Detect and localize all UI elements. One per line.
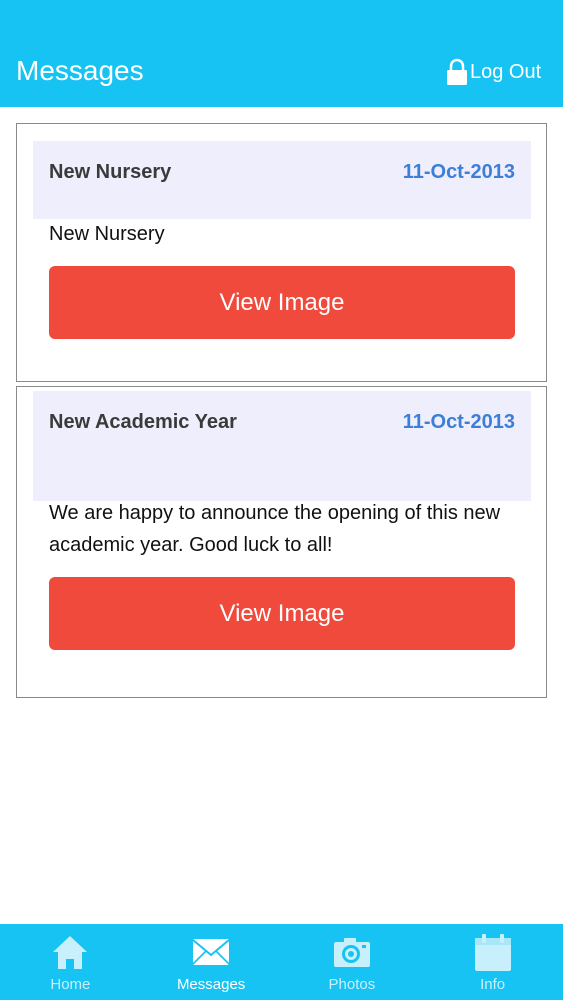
- tab-label: Photos: [328, 976, 376, 993]
- calendar-icon: [473, 933, 513, 978]
- page-title: Messages: [16, 55, 144, 86]
- view-image-button[interactable]: View Image: [49, 577, 515, 650]
- message-date: 11-Oct-2013: [402, 161, 515, 183]
- lock-icon: [446, 58, 468, 86]
- envelope-icon: [191, 933, 231, 976]
- app-header: Messages Log Out: [0, 0, 563, 107]
- tab-label: Messages: [176, 976, 246, 993]
- home-icon: [51, 933, 89, 976]
- tab-label: Info: [480, 976, 506, 993]
- message-card: New Nursery 11-Oct-2013 New Nursery View…: [16, 123, 547, 382]
- bottom-tab-bar: Home Messages Photos Info: [0, 924, 563, 1000]
- message-body: We are happy to announce the opening of …: [49, 502, 501, 556]
- logout-label: Log Out: [470, 60, 542, 83]
- tab-messages[interactable]: Messages: [141, 924, 282, 1000]
- message-header: New Nursery 11-Oct-2013: [33, 141, 531, 219]
- message-title: New Academic Year: [49, 411, 237, 433]
- tab-info[interactable]: Info: [422, 924, 563, 1000]
- message-date: 11-Oct-2013: [402, 411, 515, 433]
- tab-home[interactable]: Home: [0, 924, 141, 1000]
- message-title: New Nursery: [49, 161, 172, 183]
- logout-button[interactable]: Log Out: [446, 58, 541, 86]
- camera-icon: [332, 933, 372, 976]
- tab-label: Home: [50, 976, 91, 993]
- message-card: New Academic Year 11-Oct-2013 We are hap…: [16, 386, 547, 698]
- tab-photos[interactable]: Photos: [282, 924, 423, 1000]
- message-header: New Academic Year 11-Oct-2013: [33, 391, 531, 501]
- view-image-button[interactable]: View Image: [49, 266, 515, 339]
- message-body: New Nursery: [49, 223, 165, 245]
